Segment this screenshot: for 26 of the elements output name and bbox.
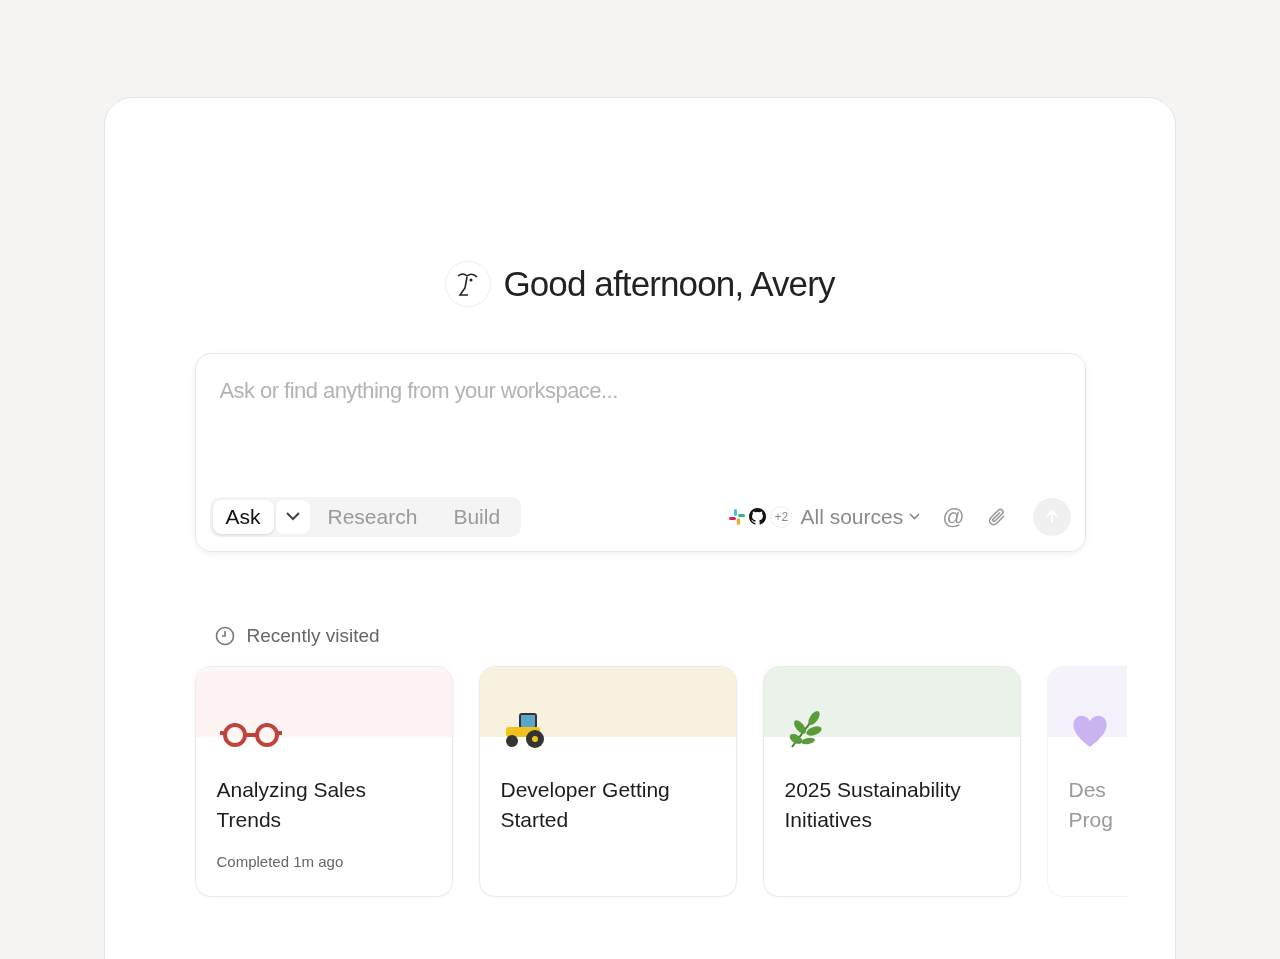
mode-tab[interactable]: Ask xyxy=(212,499,274,534)
page-card[interactable]: Des Prog xyxy=(1046,666,1127,897)
github-icon xyxy=(749,508,767,525)
mention-button[interactable]: @ xyxy=(942,500,965,533)
page-card[interactable]: 2025 Sustainability Initiatives xyxy=(762,666,1021,897)
greeting-heading: Good afternoon, Avery xyxy=(503,263,835,305)
prompt-input[interactable]: Ask or find anything from your workspace... xyxy=(219,373,1071,407)
card-title: 2025 Sustainability Initiatives xyxy=(784,777,962,833)
mode-dropdown-button[interactable] xyxy=(275,499,310,534)
paperclip-icon xyxy=(986,505,1007,528)
card-subtitle: Completed 1m ago xyxy=(216,852,345,872)
card-title: Des Prog xyxy=(1068,777,1113,833)
sources-dropdown[interactable]: All sources xyxy=(800,500,921,533)
mode-tab[interactable]: Research xyxy=(309,499,436,534)
clock-icon xyxy=(214,625,235,646)
mode-tab[interactable]: Build xyxy=(435,499,519,534)
attach-button[interactable] xyxy=(986,505,1007,528)
slack-icon xyxy=(729,508,746,525)
card-title: Developer Getting Started xyxy=(500,777,671,833)
glasses-icon xyxy=(217,721,284,749)
page-card[interactable]: Analyzing Sales Trends Completed 1m ago xyxy=(194,666,453,897)
chevron-down-icon xyxy=(909,513,921,520)
chevron-down-icon xyxy=(285,512,300,521)
section-title: Recently visited xyxy=(246,623,380,648)
card-title: Analyzing Sales Trends xyxy=(216,777,367,833)
page-card[interactable]: Developer Getting Started xyxy=(478,666,737,897)
